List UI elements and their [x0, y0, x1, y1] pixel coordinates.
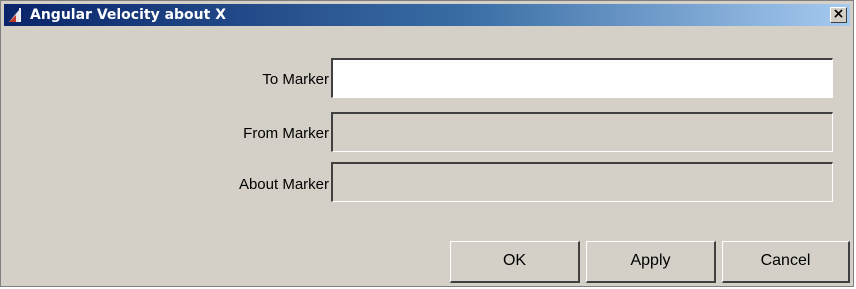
apply-button[interactable]: Apply: [586, 241, 716, 283]
to-marker-field[interactable]: [331, 58, 833, 98]
about-marker-label: About Marker: [238, 176, 329, 193]
from-marker-label: From Marker: [243, 125, 329, 142]
ok-button[interactable]: OK: [450, 241, 580, 283]
window-title: Angular Velocity about X: [30, 7, 226, 23]
title-bar[interactable]: Angular Velocity about X ×: [4, 4, 850, 26]
dialog-window: Angular Velocity about X × To Marker Fro…: [0, 0, 854, 287]
to-marker-label: To Marker: [262, 71, 329, 88]
cancel-button[interactable]: Cancel: [722, 241, 850, 283]
app-logo-icon: [9, 8, 21, 22]
about-marker-field[interactable]: [331, 162, 833, 202]
close-button[interactable]: ×: [830, 7, 847, 23]
from-marker-field[interactable]: [331, 112, 833, 152]
